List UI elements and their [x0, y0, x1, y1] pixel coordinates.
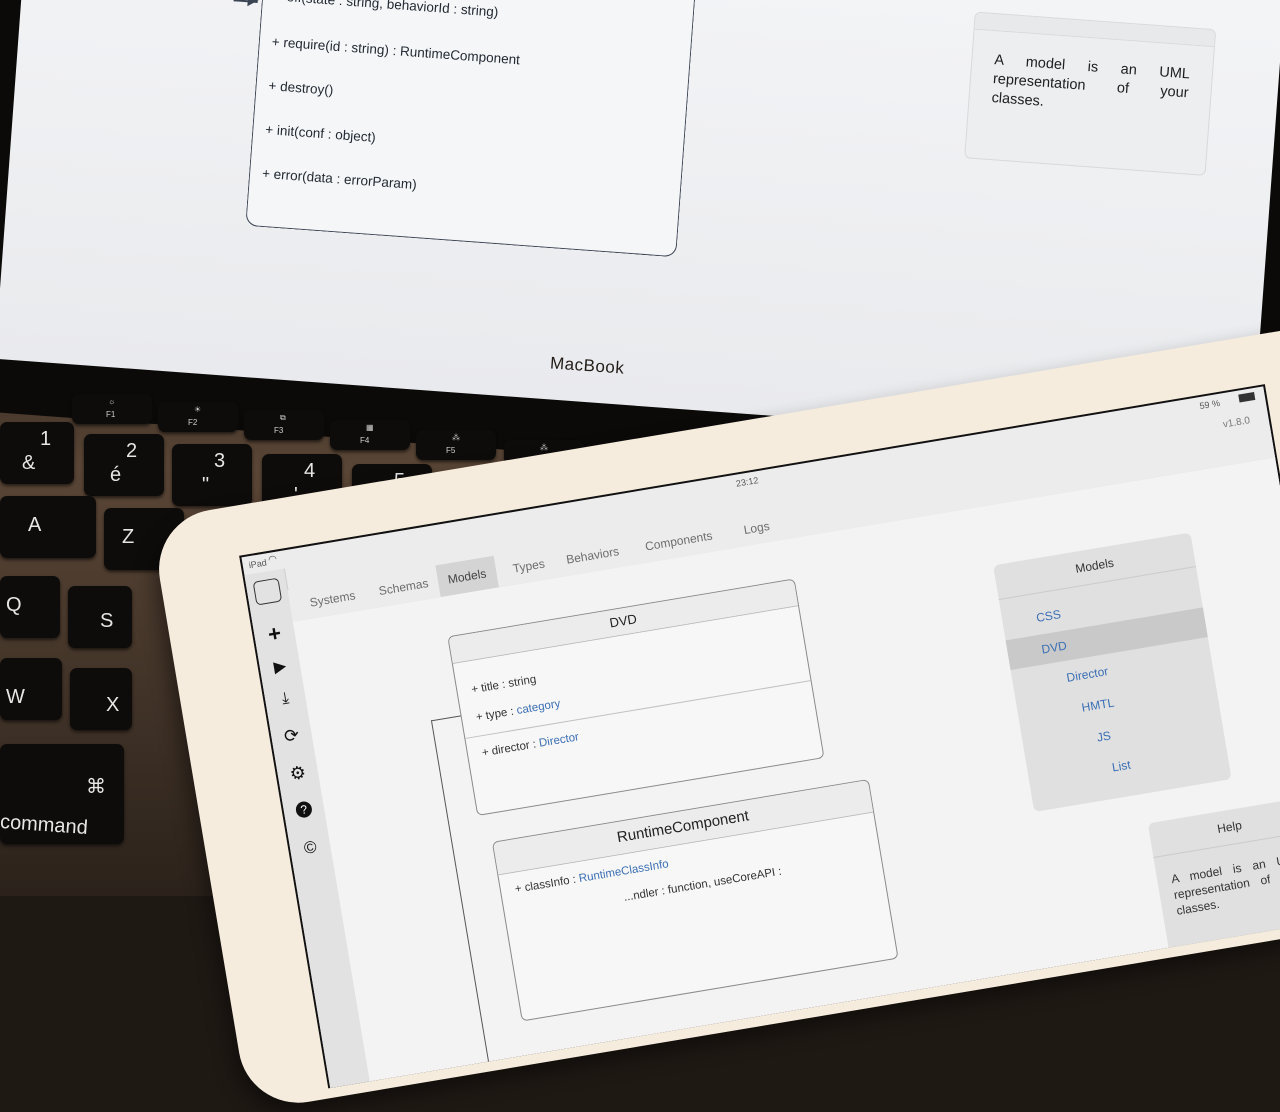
- key-2[interactable]: 2 é: [84, 434, 164, 496]
- refresh-icon[interactable]: ⟳: [270, 722, 313, 749]
- key-1-bottom: &: [22, 452, 36, 474]
- uml-operation: + error(data : errorParam): [261, 165, 418, 193]
- play-icon[interactable]: ▶: [259, 653, 302, 679]
- help-box: A model is an UML representation of your…: [964, 11, 1217, 176]
- square-icon[interactable]: [246, 576, 290, 611]
- key-1[interactable]: 1 &: [0, 422, 74, 484]
- key-f5-label: F5: [446, 446, 456, 455]
- plus-icon[interactable]: +: [253, 618, 297, 650]
- clock: 23:12: [735, 475, 760, 489]
- key-s-label: S: [100, 610, 114, 632]
- mission-control-icon: ⧉: [280, 413, 286, 422]
- key-w[interactable]: W: [0, 658, 62, 720]
- launchpad-icon: ▦: [366, 423, 374, 432]
- uml-class-dvd[interactable]: DVD + title : string + type : category +…: [447, 578, 825, 817]
- key-a-label: A: [28, 514, 42, 536]
- uml-operation: + require(id : string) : RuntimeComponen…: [271, 34, 521, 68]
- carrier-label: iPad: [248, 557, 268, 571]
- models-panel: Models CSS DVD Director HMTL JS List: [993, 532, 1232, 813]
- key-q-label: Q: [6, 594, 22, 616]
- key-w-label: W: [6, 686, 25, 708]
- copyright-icon[interactable]: ©: [289, 835, 332, 861]
- help-box-text: A model is an UML representation of your…: [991, 52, 1191, 110]
- key-f5[interactable]: ⁂ F5: [416, 430, 496, 460]
- uml-operation: + destroy(): [268, 78, 334, 98]
- key-f3-label: F3: [274, 426, 284, 435]
- keyboard-light-up-icon: ⁂: [540, 443, 548, 452]
- uml-operation: + init(conf : object): [264, 121, 377, 145]
- uml-attribute: + type : category: [475, 697, 562, 724]
- gear-icon[interactable]: ⚙: [276, 760, 319, 787]
- key-3-top: 3: [214, 450, 226, 472]
- uml-class-box[interactable]: + off(state : string, behaviorId : strin…: [245, 0, 696, 258]
- key-2-bottom: é: [110, 464, 122, 486]
- key-z-label: Z: [122, 526, 135, 548]
- key-f1-label: F1: [106, 410, 116, 419]
- wifi-icon: ◠: [267, 553, 278, 566]
- battery-icon: [1238, 392, 1256, 403]
- version-label: v1.8.0: [1222, 415, 1251, 431]
- key-2-top: 2: [126, 440, 138, 462]
- key-f4-label: F4: [360, 436, 370, 445]
- inheritance-arrow-head: [247, 0, 260, 8]
- key-3-bottom: ": [202, 474, 210, 496]
- battery-percent: 59 %: [1198, 397, 1221, 412]
- key-command-label: command: [0, 810, 89, 840]
- brightness-down-icon: ☼: [108, 397, 116, 406]
- uml-class-title: DVD: [448, 579, 799, 664]
- uml-attribute: + title : string: [470, 673, 538, 697]
- ipad-screen: iPad ◠ 23:12 59 % v1.8.0 + ▶ ⤓ ⟳ ⚙ ? © S…: [239, 384, 1280, 1089]
- key-q[interactable]: Q: [0, 576, 60, 638]
- help-icon[interactable]: ?: [283, 797, 325, 821]
- keyboard-light-down-icon: ⁂: [452, 433, 460, 442]
- command-icon: ⌘: [86, 776, 106, 798]
- help-panel: Help A model is an UML representation of…: [1147, 797, 1280, 1021]
- key-s[interactable]: S: [68, 586, 132, 648]
- key-f3[interactable]: ⧉ F3: [244, 410, 324, 440]
- key-1-top: 1: [40, 428, 52, 450]
- key-x-label: X: [106, 694, 120, 716]
- key-x[interactable]: X: [70, 668, 132, 730]
- key-4-top: 4: [304, 460, 316, 482]
- uml-attribute: + director : Director: [481, 731, 580, 760]
- brightness-up-icon: ☀: [194, 405, 202, 414]
- app: iPad ◠ 23:12 59 % v1.8.0 + ▶ ⤓ ⟳ ⚙ ? © S…: [241, 386, 1280, 1089]
- key-f1[interactable]: ☼ F1: [72, 394, 152, 424]
- uml-class-runtimecomponent[interactable]: RuntimeComponent + classInfo : RuntimeCl…: [491, 778, 899, 1022]
- key-f2[interactable]: ☀ F2: [158, 402, 238, 432]
- key-3[interactable]: 3 ": [172, 444, 252, 506]
- key-f4[interactable]: ▦ F4: [330, 420, 410, 450]
- key-f2-label: F2: [188, 418, 198, 427]
- model-canvas: DVD + title : string + type : category +…: [292, 457, 1280, 1089]
- import-icon[interactable]: ⤓: [264, 687, 306, 711]
- key-a[interactable]: A: [0, 496, 96, 558]
- key-command[interactable]: ⌘ command: [0, 744, 124, 844]
- uml-operation: + off(state : string, behaviorId : strin…: [274, 0, 499, 20]
